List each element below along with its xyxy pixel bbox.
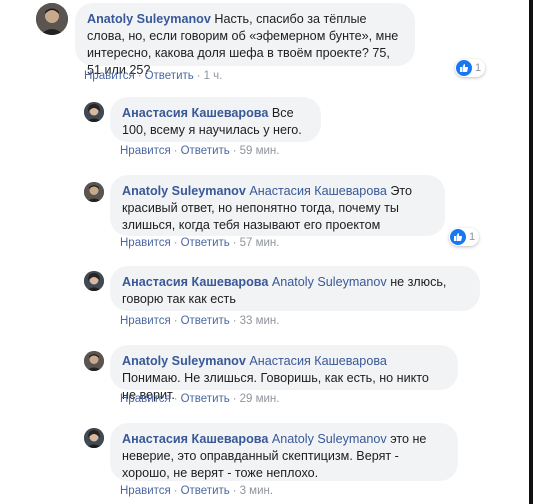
reply-link[interactable]: Ответить: [181, 145, 230, 157]
comment-time[interactable]: 3 мин.: [240, 485, 273, 497]
avatar[interactable]: [84, 351, 104, 371]
comment-mention[interactable]: Anatoly Suleymanov: [272, 432, 387, 446]
reply-link[interactable]: Ответить: [181, 237, 230, 249]
thumbs-up-icon: [450, 229, 466, 245]
reaction-count[interactable]: 1: [455, 59, 486, 77]
reply-link[interactable]: Ответить: [181, 485, 230, 497]
comment-actions: Нравится · Ответить · 59 мин.: [120, 145, 280, 157]
avatar-female-icon: [84, 428, 104, 448]
reply-link[interactable]: Ответить: [181, 393, 230, 405]
comment-actions: Нравится · Ответить · 57 мин.: [120, 237, 280, 249]
comment-author[interactable]: Anatoly Suleymanov: [122, 354, 246, 368]
avatar[interactable]: [84, 102, 104, 122]
avatar[interactable]: [84, 182, 104, 202]
avatar[interactable]: [36, 3, 68, 35]
comment-author[interactable]: Anatoly Suleymanov: [122, 184, 246, 198]
avatar-male-icon: [84, 182, 104, 202]
comment-time[interactable]: 59 мин.: [240, 145, 280, 157]
reply-link[interactable]: Ответить: [145, 70, 194, 82]
like-link[interactable]: Нравится: [120, 237, 171, 249]
comment-author[interactable]: Anatoly Suleymanov: [87, 12, 211, 26]
comment-actions: Нравится · Ответить · 1 ч.: [84, 70, 223, 82]
comment-actions: Нравится · Ответить · 29 мин.: [120, 393, 280, 405]
thumbs-up-icon: [456, 60, 472, 76]
comment-bubble: Анастасия Кашеварова Anatoly Suleymanov …: [110, 266, 480, 311]
comment-bubble: Anatoly Suleymanov Анастасия Кашеварова …: [110, 175, 445, 236]
avatar-female-icon: [84, 102, 104, 122]
like-link[interactable]: Нравится: [84, 70, 135, 82]
reaction-count[interactable]: 1: [449, 228, 480, 246]
comment-bubble: Anatoly Suleymanov Анастасия Кашеварова …: [110, 345, 458, 402]
avatar[interactable]: [84, 271, 104, 291]
comment-author[interactable]: Анастасия Кашеварова: [122, 106, 268, 120]
like-link[interactable]: Нравится: [120, 393, 171, 405]
comment-mention[interactable]: Анастасия Кашеварова: [249, 354, 387, 368]
reaction-number: 1: [469, 231, 476, 243]
comment-mention[interactable]: Anatoly Suleymanov: [272, 275, 387, 289]
avatar-male-icon: [36, 3, 68, 35]
comment-bubble: Анастасия Кашеварова Anatoly Suleymanov …: [110, 423, 458, 481]
comment-bubble: Анастасия Кашеварова Все 100, всему я на…: [110, 97, 321, 142]
reaction-number: 1: [475, 62, 482, 74]
comment-time[interactable]: 33 мин.: [240, 315, 280, 327]
like-link[interactable]: Нравится: [120, 315, 171, 327]
like-link[interactable]: Нравится: [120, 485, 171, 497]
comment-mention[interactable]: Анастасия Кашеварова: [249, 184, 387, 198]
comment-author[interactable]: Анастасия Кашеварова: [122, 432, 268, 446]
like-link[interactable]: Нравится: [120, 145, 171, 157]
comment-author[interactable]: Анастасия Кашеварова: [122, 275, 268, 289]
comment-time[interactable]: 57 мин.: [240, 237, 280, 249]
comment-actions: Нравится · Ответить · 33 мин.: [120, 315, 280, 327]
avatar[interactable]: [84, 428, 104, 448]
comment-bubble: Anatoly Suleymanov Насть, спасибо за тёп…: [75, 3, 415, 77]
avatar-male-icon: [84, 351, 104, 371]
comment-time[interactable]: 29 мин.: [240, 393, 280, 405]
comment-actions: Нравится · Ответить · 3 мин.: [120, 485, 274, 497]
comment-time[interactable]: 1 ч.: [204, 70, 223, 82]
avatar-female-icon: [84, 271, 104, 291]
window-edge: [529, 0, 533, 504]
reply-link[interactable]: Ответить: [181, 315, 230, 327]
